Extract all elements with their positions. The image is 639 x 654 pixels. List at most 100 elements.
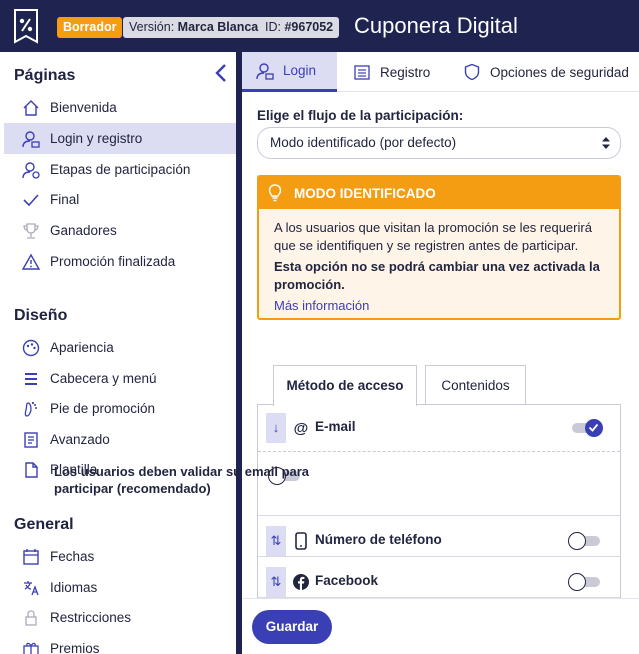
lightbulb-icon: [268, 184, 282, 202]
phone-icon: [292, 532, 310, 550]
sidebar-item-final[interactable]: Final: [4, 184, 236, 215]
alert-text: A los usuarios que visitan la promoción …: [274, 220, 592, 253]
lock-icon: [21, 608, 41, 628]
sidebar-item-label: Cabecera y menú: [50, 371, 157, 386]
section-title-pages: Páginas: [14, 67, 76, 84]
facebook-toggle[interactable]: [568, 572, 604, 592]
method-label-facebook: Facebook: [315, 573, 379, 588]
tab-login[interactable]: Login: [242, 52, 337, 92]
version-label: Versión:: [129, 20, 175, 34]
subtab-access-method[interactable]: Método de acceso: [273, 365, 417, 406]
footer-icon: [21, 399, 41, 419]
alert-warning: Esta opción no se podrá cambiar una vez …: [274, 259, 600, 292]
tab-label: Opciones de seguridad: [490, 64, 629, 80]
id-label: ID:: [265, 20, 281, 34]
subtab-contents[interactable]: Contenidos: [425, 365, 526, 405]
sidebar-item-prizes[interactable]: Premios: [4, 633, 236, 654]
alert-title: MODO IDENTIFICADO: [294, 185, 436, 201]
facebook-icon: [292, 573, 310, 591]
validate-email-label: Los usuarios deben validar su email para…: [54, 464, 310, 496]
code-doc-icon: [21, 430, 41, 450]
sidebar-item-appearance[interactable]: Apariencia: [4, 332, 236, 363]
sidebar-item-advanced[interactable]: Avanzado: [4, 424, 236, 455]
sidebar-item-label: Ganadores: [50, 223, 117, 238]
drag-handle-icon[interactable]: ⇅: [266, 567, 286, 597]
trophy-icon: [21, 221, 41, 241]
check-icon: [21, 190, 41, 210]
sidebar-item-footer[interactable]: Pie de promoción: [4, 393, 236, 424]
tab-label: Login: [283, 63, 317, 78]
phone-toggle[interactable]: [568, 531, 604, 551]
tab-label: Registro: [380, 64, 431, 80]
form-icon: [354, 65, 370, 80]
sidebar-item-login[interactable]: Login y registro: [4, 123, 236, 154]
sidebar-item-label: Apariencia: [50, 340, 114, 355]
user-lock-icon: [21, 129, 41, 149]
row-divider: [258, 556, 620, 557]
select-caret-icon: [602, 137, 610, 149]
footer-bar: Guardar: [242, 598, 639, 654]
warning-icon: [21, 252, 41, 272]
sidebar-item-label: Final: [50, 192, 80, 207]
status-badge: Borrador: [57, 17, 123, 38]
save-button[interactable]: Guardar: [252, 610, 332, 644]
more-info-link[interactable]: Más información: [274, 297, 604, 315]
flow-select-value: Modo identificado (por defecto): [270, 135, 457, 150]
at-sign-icon: @: [293, 419, 309, 437]
drag-handle-icon[interactable]: ↓: [266, 413, 286, 443]
row-divider: [258, 515, 620, 516]
flow-select[interactable]: Modo identificado (por defecto): [257, 127, 621, 159]
sidebar-item-label: Login y registro: [50, 131, 143, 146]
main-panel: Login Registro Opciones de seguridad Eli…: [242, 52, 639, 654]
sidebar-item-label: Bienvenida: [50, 100, 117, 115]
identified-mode-alert: MODO IDENTIFICADO A los usuarios que vis…: [257, 175, 621, 320]
menu-icon: [21, 369, 41, 389]
translate-icon: [21, 578, 41, 598]
sidebar-item-label: Pie de promoción: [50, 401, 156, 416]
section-title-design: Diseño: [14, 307, 68, 324]
row-divider: [258, 451, 620, 452]
sidebar-item-ended[interactable]: Promoción finalizada: [4, 246, 236, 277]
section-title-general: General: [14, 516, 74, 533]
palette-icon: [21, 338, 41, 358]
home-icon: [21, 98, 41, 118]
tab-bar: Login Registro Opciones de seguridad: [242, 52, 639, 92]
sidebar-item-stages[interactable]: Etapas de participación: [4, 154, 236, 185]
email-toggle[interactable]: [568, 418, 604, 438]
sidebar-item-dates[interactable]: Fechas: [4, 541, 236, 572]
method-label-email: E-mail: [315, 419, 356, 434]
sidebar-item-label: Premios: [50, 641, 100, 654]
collapse-sidebar-icon[interactable]: [212, 62, 230, 84]
version-badge[interactable]: Versión: Marca Blanca: [123, 17, 265, 38]
calendar-icon: [21, 547, 41, 567]
sidebar-item-label: Idiomas: [50, 580, 98, 595]
tab-security[interactable]: Opciones de seguridad: [463, 52, 629, 92]
top-bar: Borrador Versión: Marca Blanca ID: #9670…: [0, 0, 639, 52]
sidebar-item-winners[interactable]: Ganadores: [4, 215, 236, 246]
version-value: Marca Blanca: [177, 20, 259, 34]
check-icon: [588, 423, 599, 432]
shield-icon: [464, 63, 480, 81]
sidebar-item-languages[interactable]: Idiomas: [4, 572, 236, 603]
sidebar-item-label: Fechas: [50, 549, 95, 564]
app-title: Cuponera Digital: [354, 13, 518, 38]
sidebar-item-label: Promoción finalizada: [50, 254, 176, 269]
id-value: #967052: [284, 20, 334, 34]
sidebar-item-label: Avanzado: [50, 432, 110, 447]
sidebar-item-label: Restricciones: [50, 610, 132, 625]
template-icon: [21, 460, 41, 480]
id-badge: ID: #967052: [259, 17, 340, 38]
flow-label: Elige el flujo de la participación:: [257, 108, 464, 123]
drag-handle-icon[interactable]: ⇅: [266, 526, 286, 556]
user-lock-icon: [256, 62, 274, 80]
method-label-phone: Número de teléfono: [315, 532, 442, 547]
tab-register[interactable]: Registro: [353, 52, 430, 92]
gift-icon: [21, 639, 41, 654]
sidebar-item-restrictions[interactable]: Restricciones: [4, 602, 236, 633]
alert-header: MODO IDENTIFICADO: [259, 177, 619, 209]
sidebar-item-label: Etapas de participación: [50, 162, 191, 177]
sidebar-item-header-menu[interactable]: Cabecera y menú: [4, 363, 236, 394]
sidebar: Páginas Bienvenida Login y registro Etap…: [0, 52, 236, 654]
sidebar-item-welcome[interactable]: Bienvenida: [4, 92, 236, 123]
app-logo-icon: [14, 9, 38, 44]
